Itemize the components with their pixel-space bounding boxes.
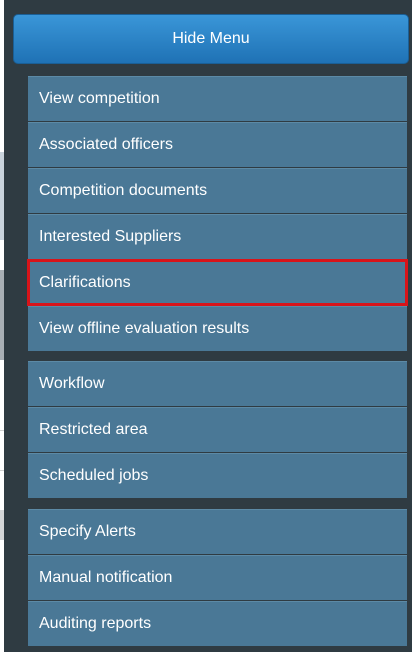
menu-group-notifications: Specify Alerts Manual notification Audit… — [28, 509, 407, 647]
menu-item-view-competition[interactable]: View competition — [28, 76, 407, 121]
page: Hide Menu View competition Associated of… — [0, 0, 412, 652]
hide-menu-button[interactable]: Hide Menu — [13, 14, 409, 64]
menu-group-competition: View competition Associated officers Com… — [27, 76, 408, 352]
menu-item-manual-notification[interactable]: Manual notification — [28, 555, 407, 600]
menu-item-clarifications[interactable]: Clarifications — [27, 259, 408, 306]
menu-item-interested-suppliers[interactable]: Interested Suppliers — [28, 214, 407, 259]
menu-item-auditing-reports[interactable]: Auditing reports — [28, 601, 407, 646]
menu-group-process: Workflow Restricted area Scheduled jobs — [28, 361, 407, 499]
menu-item-scheduled-jobs[interactable]: Scheduled jobs — [28, 453, 407, 498]
menu-item-restricted-area[interactable]: Restricted area — [28, 407, 407, 452]
menu-item-competition-documents[interactable]: Competition documents — [28, 168, 407, 213]
menu-item-associated-officers[interactable]: Associated officers — [28, 122, 407, 167]
menu-item-view-offline-evaluation-results[interactable]: View offline evaluation results — [28, 306, 407, 351]
menu-item-specify-alerts[interactable]: Specify Alerts — [28, 509, 407, 554]
side-menu-panel: Hide Menu View competition Associated of… — [4, 0, 412, 652]
menu-item-workflow[interactable]: Workflow — [28, 361, 407, 406]
